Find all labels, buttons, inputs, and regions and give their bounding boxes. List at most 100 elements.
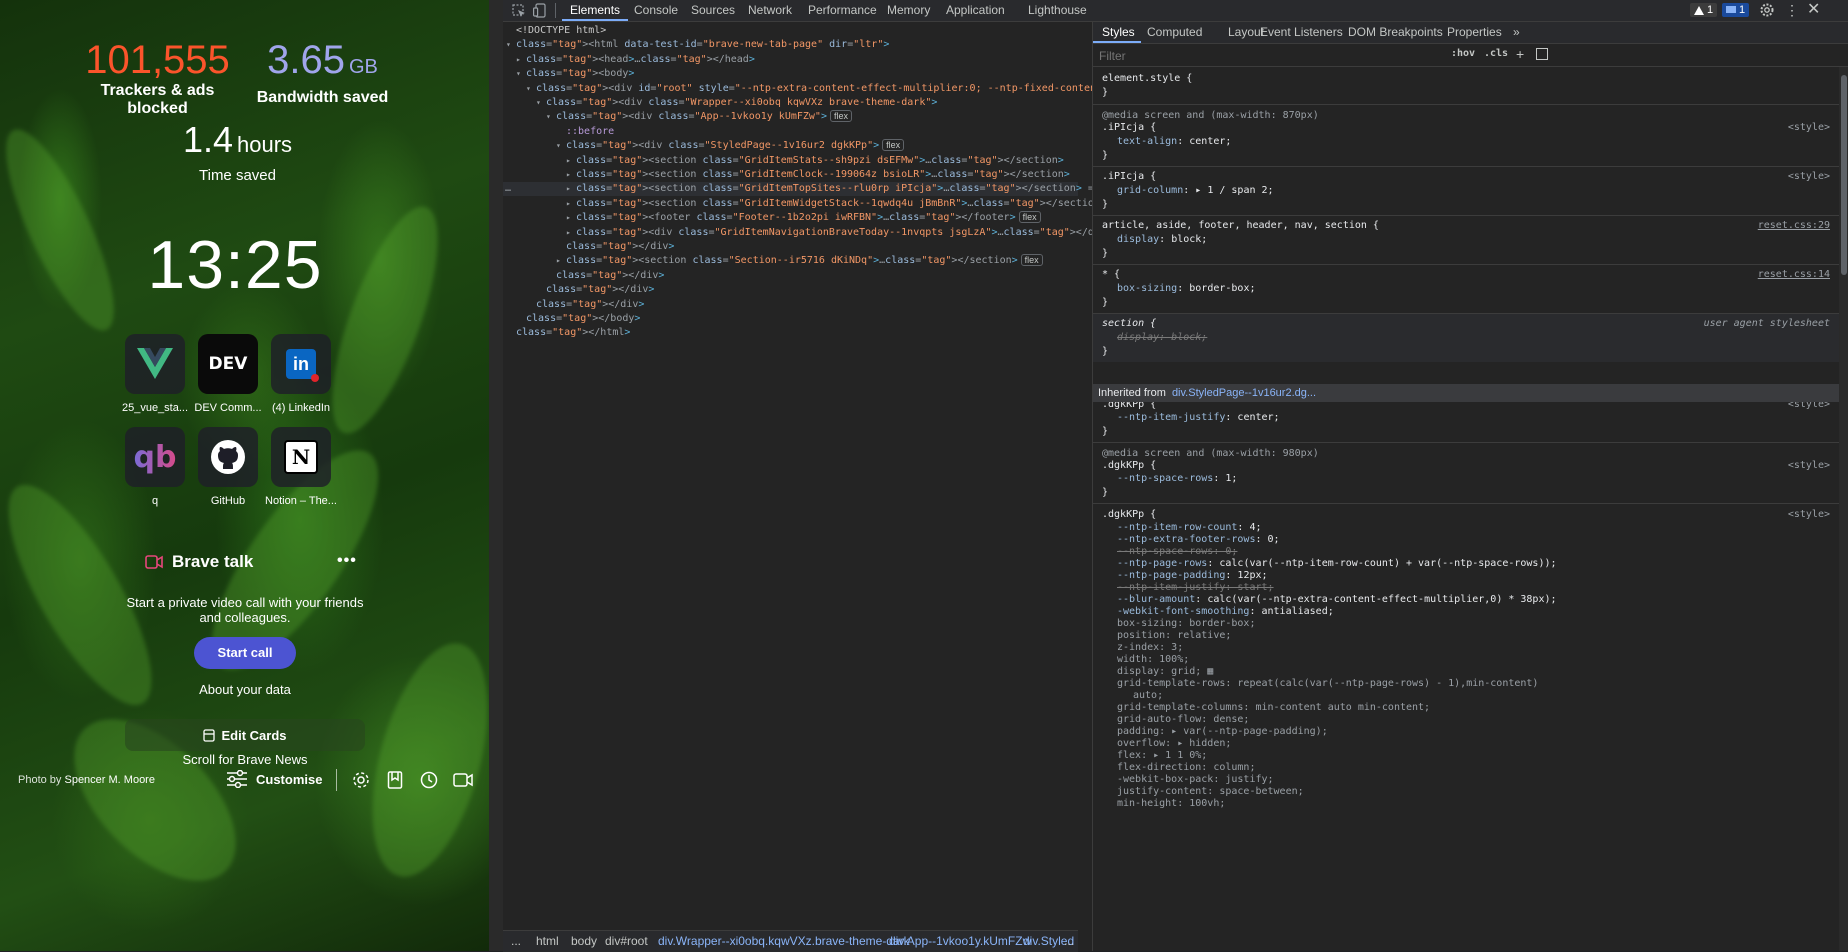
inherited-from-link[interactable]: div.StyledPage--1v16ur2.dg... [1172,387,1316,399]
dom-node-line[interactable]: class="tag"></html> [503,326,630,340]
trackers-count: 101,555 [85,38,230,82]
dom-node-line[interactable]: ▾ class="tag"><div class="Wrapper--xi0obq… [503,96,937,110]
rule-ipicja[interactable]: .iPIcja {<style> [1102,171,1842,183]
tab-application[interactable]: Application [946,0,1005,21]
breadcrumb-more-right[interactable]: ... [1064,934,1074,948]
styles-filter-input[interactable] [1097,47,1441,64]
breadcrumb: ... html body div#root div.Wrapper--xi0o… [503,930,1078,952]
dom-node-line[interactable]: ▾ class="tag"><div id="root" style="--ntp… [503,82,1186,96]
dom-node-line[interactable]: ::before [503,125,614,139]
tab-console[interactable]: Console [634,0,678,21]
styles-tabs: Styles Computed Layout Event Listeners D… [1093,22,1848,44]
scroll-for-brave-news[interactable]: Scroll for Brave News [125,752,365,767]
dom-node-line[interactable]: class="tag"></div> [503,269,664,283]
breadcrumb-app[interactable]: div.App--1vkoo1y.kUmFZw [889,934,1031,948]
rule-element-style[interactable]: element.style { [1102,73,1192,85]
dom-node-line[interactable]: ▾ class="tag"><div class="App--1vkoo1y kU… [503,110,852,124]
rule-user-agent-section[interactable]: section {user agent stylesheet [1102,318,1842,330]
dom-node-line[interactable]: ▸ class="tag"><section class="GridItemWid… [503,197,1106,211]
customise-button[interactable]: Customise [226,770,322,788]
styles-scrollbar[interactable] [1839,67,1848,951]
time-label: Time saved [199,167,276,184]
tab-network[interactable]: Network [748,0,792,21]
breadcrumb-more[interactable]: ... [511,934,521,948]
dom-node-line[interactable]: ▾ class="tag"><html data-test-id="brave-n… [503,38,889,52]
dom-node-line[interactable]: … ▸ class="tag"><section class="GridItemTo… [503,182,1118,197]
new-style-rule-icon[interactable]: + [1516,46,1524,62]
settings-gear-icon[interactable] [1760,3,1774,17]
breadcrumb-body[interactable]: body [571,934,597,948]
device-toolbar-icon[interactable] [533,3,547,18]
breadcrumb-wrapper[interactable]: div.Wrapper--xi0obq.kqwVXz.brave-theme-d… [658,934,910,948]
tab-memory[interactable]: Memory [887,0,930,21]
top-site-vue[interactable] [125,334,185,394]
tab-styles[interactable]: Styles [1102,22,1135,43]
dev-logo-icon: DEV [208,354,248,374]
top-site-dev[interactable]: DEV [198,334,258,394]
cls-toggle[interactable]: .cls [1484,48,1508,59]
top-site-label: 25_vue_sta... [121,402,189,414]
bookmarks-icon[interactable] [385,770,405,790]
dom-node-line[interactable]: class="tag"></div> [503,298,644,312]
more-options-icon[interactable]: ••• [337,552,357,570]
tab-properties[interactable]: Properties [1447,22,1502,43]
dom-node-line[interactable]: ▸ class="tag"><section class="GridItemSta… [503,154,1064,168]
photographer-link[interactable]: Spencer M. Moore [64,774,154,786]
dom-node-line[interactable]: ▸ class="tag"><section class="Section--ir… [503,254,1043,268]
dom-node-line[interactable]: ▸ class="tag"><footer class="Footer--1b2o… [503,211,1041,225]
flex-badge: flex [829,110,852,123]
close-devtools-icon[interactable]: ✕ [1807,1,1820,19]
warnings-badge[interactable]: 1 [1690,3,1718,17]
top-site-linkedin[interactable]: in [271,334,331,394]
tab-performance[interactable]: Performance [808,0,877,21]
devtools-splitter[interactable] [489,0,504,951]
tab-elements[interactable]: Elements [570,0,620,21]
dom-node-line[interactable]: class="tag"></body> [503,312,640,326]
breadcrumb-root[interactable]: div#root [605,934,648,948]
more-tabs-chevron[interactable]: » [1513,22,1520,43]
dom-node-line[interactable]: ▾ class="tag"><body> [503,67,634,81]
tab-dom-breakpoints[interactable]: DOM Breakpoints [1348,22,1443,43]
bandwidth-label: Bandwidth saved [256,89,389,106]
hov-toggle[interactable]: :hov [1451,48,1475,59]
rule-dgkkpp[interactable]: .dgkKPp {<style> [1102,509,1842,521]
dom-node-line[interactable]: ▾ class="tag"><div class="StyledPage--1v1… [503,139,905,153]
warning-icon [1694,5,1704,15]
dom-node-line[interactable]: class="tag"></div> [503,240,674,254]
top-site-label: (4) LinkedIn [271,402,331,414]
edit-cards-button[interactable]: Edit Cards [125,719,365,751]
dom-node-line[interactable]: ▸ class="tag"><section class="GridItemClo… [503,168,1070,182]
active-tab-indicator [562,19,628,21]
github-logo-icon [211,440,245,474]
tab-event-listeners[interactable]: Event Listeners [1260,22,1343,43]
dom-node-line[interactable]: class="tag"></div> [503,283,654,297]
toggle-sidebar-icon[interactable] [1536,48,1548,60]
top-site-github[interactable] [198,427,258,487]
rule-dgkkpp-980[interactable]: .dgkKPp {<style> [1102,460,1842,472]
devtools-panel: Elements Console Sources Network Perform… [489,0,1848,952]
start-call-button[interactable]: Start call [194,637,296,669]
breadcrumb-html[interactable]: html [536,934,559,948]
dom-node-line[interactable]: ▸ class="tag"><div class="GridItemNavigat… [503,226,1112,240]
rule-reset-section[interactable]: article, aside, footer, header, nav, sec… [1102,220,1842,232]
photo-credit: Photo by Spencer M. Moore [18,774,155,786]
devtools-toolbar: Elements Console Sources Network Perform… [503,0,1848,22]
about-your-data-link[interactable]: About your data [125,682,365,697]
dom-node-line[interactable]: ▸ class="tag"><head>…class="tag"></head> [503,53,755,67]
inspect-element-icon[interactable] [512,4,526,18]
top-site-q[interactable]: qb [125,427,185,487]
rule-ipicja-media[interactable]: .iPIcja {<style> [1102,122,1842,134]
settings-gear-icon[interactable] [351,770,371,790]
top-site-notion[interactable]: N [271,427,331,487]
top-site-label: q [151,495,159,507]
dom-node-line[interactable]: <!DOCTYPE html> [503,24,606,38]
tab-computed[interactable]: Computed [1147,22,1202,43]
tab-lighthouse[interactable]: Lighthouse [1028,0,1087,21]
messages-badge[interactable]: 1 [1722,3,1750,17]
history-icon[interactable] [419,770,439,790]
more-options-icon[interactable]: ⋮ [1785,2,1799,18]
tab-sources[interactable]: Sources [691,0,735,21]
brave-talk-footer-icon[interactable] [453,770,473,790]
rule-reset-universal[interactable]: * {reset.css:14 [1102,269,1842,281]
tab-layout[interactable]: Layout [1228,22,1264,43]
